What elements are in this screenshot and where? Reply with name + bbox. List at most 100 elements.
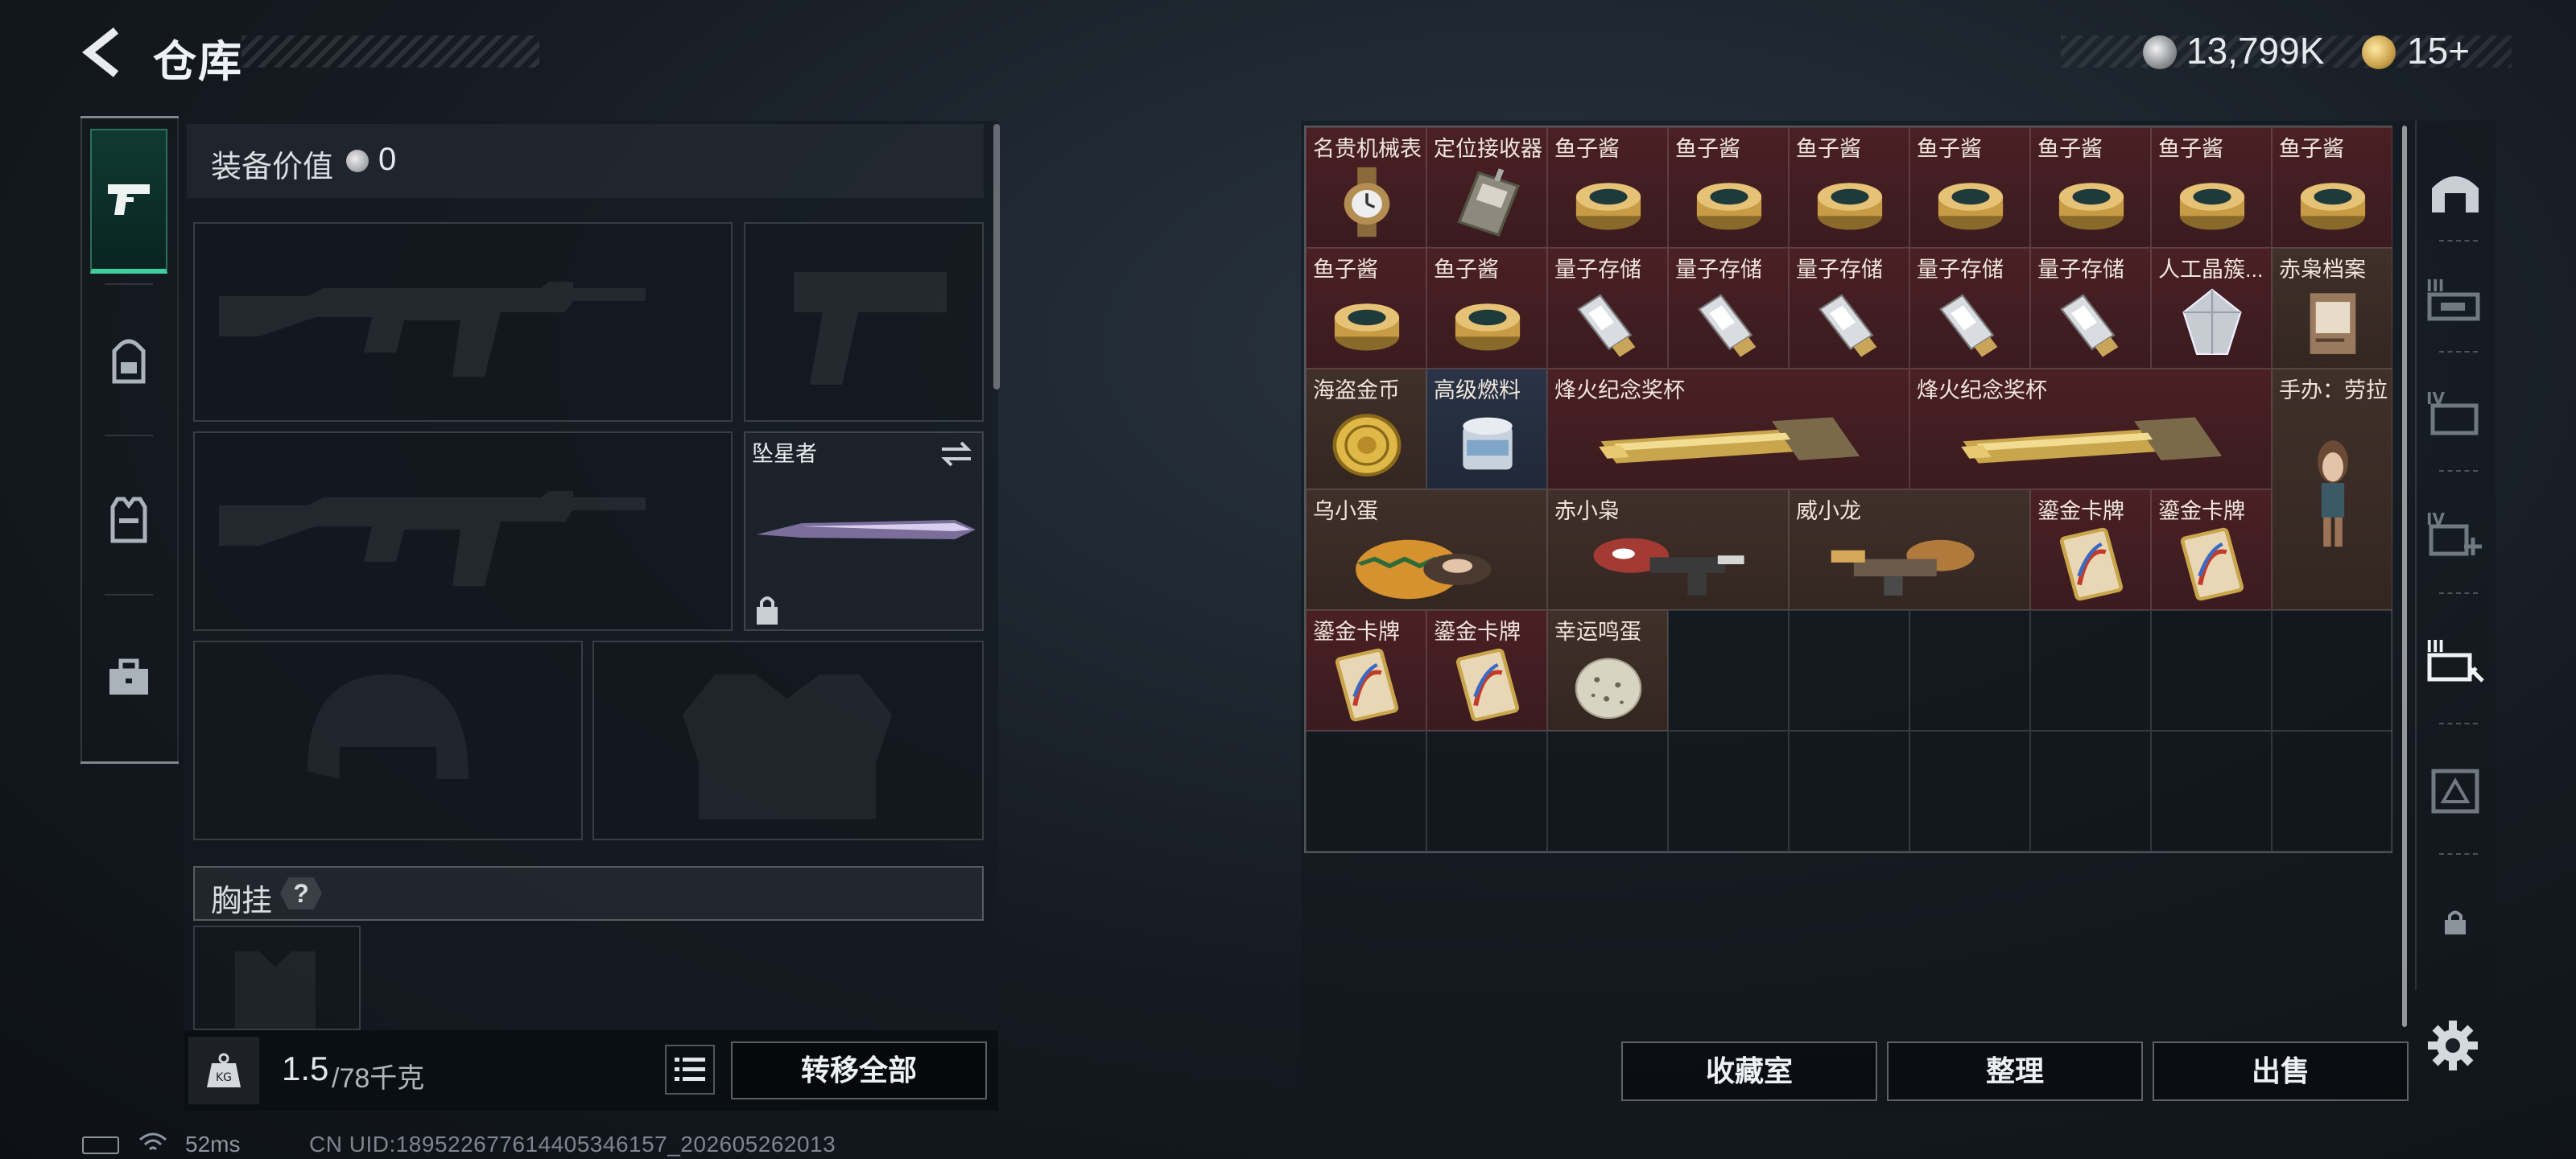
storage-scrollbar[interactable] <box>2402 126 2407 1027</box>
gold-currency-value[interactable]: 15+ <box>2407 29 2470 72</box>
tab-toolbox[interactable] <box>90 605 167 750</box>
storage-item[interactable]: 鱼子酱 <box>1789 127 1909 248</box>
tab-storage-3-active[interactable]: III <box>2418 605 2492 718</box>
storage-empty-cell[interactable] <box>1668 731 1789 852</box>
storage-item[interactable]: 鱼子酱 <box>1668 127 1789 248</box>
storage-item[interactable]: 鎏金卡牌 <box>1306 610 1426 731</box>
primary-weapon-slot[interactable] <box>193 222 733 422</box>
equipment-value: 0 <box>378 142 397 177</box>
storage-empty-cell[interactable] <box>2151 731 2272 852</box>
storage-empty-cell[interactable] <box>1547 731 1668 852</box>
storage-item[interactable]: 赤枭档案 <box>2272 248 2392 369</box>
svg-text:III: III <box>2426 637 2444 656</box>
swap-icon[interactable] <box>939 439 974 468</box>
storage-item[interactable]: 乌小蛋 <box>1306 489 1547 610</box>
storage-empty-cell[interactable] <box>1789 731 1909 852</box>
backpack-icon <box>112 339 146 384</box>
storage-item[interactable]: 鎏金卡牌 <box>1426 610 1547 731</box>
gilded-card-icon <box>2059 527 2124 601</box>
weight-icon-box: KG <box>188 1037 259 1104</box>
storage-item[interactable]: 鎏金卡牌 <box>2151 489 2272 610</box>
silver-currency-value[interactable]: 13,799K <box>2186 29 2324 72</box>
tab-backpack[interactable] <box>90 290 167 435</box>
usb-drive-icon <box>1698 294 1757 357</box>
storage-item[interactable]: 鱼子酱 <box>1306 248 1426 369</box>
list-view-button[interactable] <box>665 1045 715 1095</box>
back-button[interactable] <box>77 24 134 80</box>
storage-item[interactable]: 量子存储 <box>1909 248 2030 369</box>
storage-item[interactable]: 鎏金卡牌 <box>2030 489 2151 610</box>
tab-storage-4[interactable]: IV <box>2418 357 2492 470</box>
collection-room-button[interactable]: 收藏室 <box>1621 1041 1877 1101</box>
primary-weapon-slot-2[interactable] <box>193 431 733 631</box>
storage-empty-cell[interactable] <box>1789 610 1909 731</box>
storage-item[interactable]: 鱼子酱 <box>1426 248 1547 369</box>
file-folder-icon <box>2310 293 2356 354</box>
storage-item[interactable]: 威小龙 <box>1789 489 2030 610</box>
storage-empty-cell[interactable] <box>1909 731 2030 852</box>
tab-vest[interactable] <box>90 448 167 592</box>
storage-empty-cell[interactable] <box>1909 610 2030 731</box>
caviar-tin-icon <box>1696 183 1762 230</box>
storage-empty-cell[interactable] <box>1426 731 1547 852</box>
storage-item[interactable]: 鱼子酱 <box>1909 127 2030 248</box>
weight-kg-icon: KG <box>207 1053 241 1087</box>
storage-item[interactable]: 人工晶簇... <box>2151 248 2272 369</box>
egg-figure-icon <box>1356 539 1492 600</box>
rail-separator <box>2439 853 2478 855</box>
storage-empty-cell[interactable] <box>2030 731 2151 852</box>
caviar-tin-icon <box>1938 183 2004 230</box>
storage-item[interactable]: 高级燃料 <box>1426 369 1547 489</box>
storage-item[interactable]: 海盗金币 <box>1306 369 1426 489</box>
storage-item[interactable]: 量子存储 <box>2030 248 2151 369</box>
storage-empty-cell[interactable] <box>1306 731 1426 852</box>
loadout-scrollbar[interactable] <box>993 124 1000 390</box>
storage-item[interactable]: 鱼子酱 <box>2030 127 2151 248</box>
caviar-tin-icon <box>1455 303 1521 351</box>
melee-weapon-slot[interactable]: 坠星者 <box>744 431 984 631</box>
caviar-tin-icon <box>1575 183 1641 230</box>
storage-item[interactable]: 量子存储 <box>1668 248 1789 369</box>
storage-empty-cell[interactable] <box>2272 731 2392 852</box>
tab-storage-4-add[interactable]: IV <box>2418 478 2492 591</box>
storage-empty-cell[interactable] <box>2151 610 2272 731</box>
caviar-tin-icon <box>2179 183 2245 230</box>
body-armor-slot[interactable] <box>592 641 984 840</box>
storage-item[interactable]: 幸运鸣蛋 <box>1547 610 1668 731</box>
settings-gear-icon[interactable] <box>2426 1019 2479 1072</box>
sell-button[interactable]: 出售 <box>2153 1041 2409 1101</box>
falling-star-knife-icon <box>757 520 976 539</box>
help-button[interactable]: ? <box>280 877 322 909</box>
storage-item[interactable]: 鱼子酱 <box>2272 127 2392 248</box>
helmet-slot[interactable] <box>193 641 583 840</box>
storage-item[interactable]: 手办：劳拉 <box>2272 369 2392 610</box>
storage-item[interactable]: 量子存储 <box>1789 248 1909 369</box>
storage-empty-cell[interactable] <box>2272 610 2392 731</box>
figure-icon <box>2318 440 2348 547</box>
storage-item[interactable]: 鱼子酱 <box>2151 127 2272 248</box>
weight-current: 1.5 <box>282 1050 329 1087</box>
storage-item[interactable]: 烽火纪念奖杯 <box>1909 369 2272 489</box>
storage-item[interactable]: 赤小枭 <box>1547 489 1789 610</box>
tab-safehouse[interactable] <box>2418 134 2492 246</box>
gilded-card-icon <box>1455 648 1520 722</box>
storage-item[interactable]: 量子存储 <box>1547 248 1668 369</box>
tab-storage-3[interactable]: III <box>2418 245 2492 357</box>
storage-item[interactable]: 名贵机械表 <box>1306 127 1426 248</box>
tab-storage-special[interactable] <box>2418 734 2492 847</box>
chest-rig-slot[interactable] <box>193 926 361 1030</box>
rail-separator <box>2439 240 2478 241</box>
organize-button[interactable]: 整理 <box>1887 1041 2143 1101</box>
storage-empty-cell[interactable] <box>2030 610 2151 731</box>
armor-silhouette-icon <box>683 674 892 819</box>
transfer-all-button[interactable]: 转移全部 <box>731 1041 987 1099</box>
storage-empty-cell[interactable] <box>1668 610 1789 731</box>
gilded-card-icon <box>1335 648 1399 722</box>
tab-weapons[interactable] <box>90 129 167 274</box>
secondary-weapon-slot[interactable] <box>744 222 984 422</box>
storage-item[interactable]: 鱼子酱 <box>1547 127 1668 248</box>
pistol-silhouette-icon <box>794 272 947 385</box>
storage-item[interactable]: 定位接收器 <box>1426 127 1547 248</box>
tab-locked[interactable] <box>2418 866 2492 979</box>
storage-item[interactable]: 烽火纪念奖杯 <box>1547 369 1909 489</box>
